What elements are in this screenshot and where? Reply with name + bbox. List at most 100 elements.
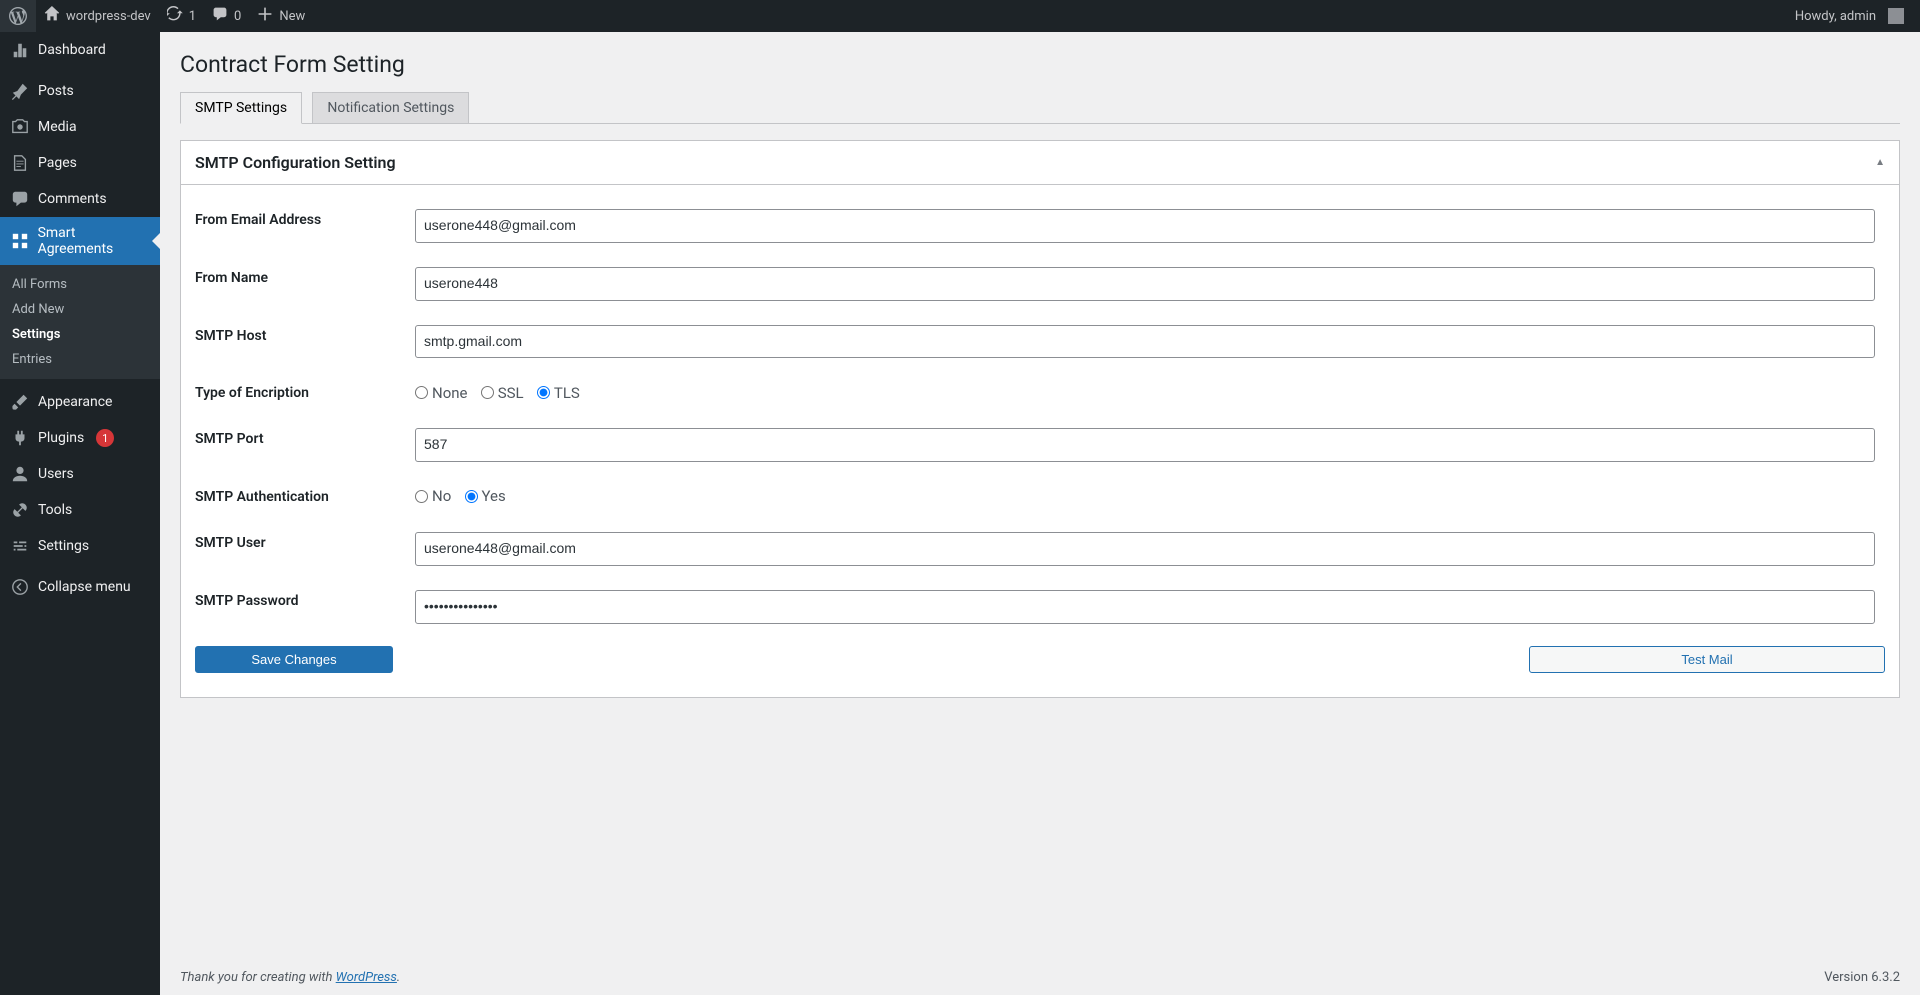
submenu-entries[interactable]: Entries xyxy=(0,347,160,372)
menu-label: Dashboard xyxy=(38,42,106,58)
wordpress-link[interactable]: WordPress xyxy=(336,970,397,985)
smtp-user-input[interactable] xyxy=(415,532,1875,566)
panel-toggle-icon[interactable]: ▲ xyxy=(1875,157,1885,168)
auth-no-option[interactable]: No xyxy=(415,487,451,505)
smtp-port-input[interactable] xyxy=(415,428,1875,462)
panel-header[interactable]: SMTP Configuration Setting ▲ xyxy=(181,141,1899,185)
menu-label: Collapse menu xyxy=(38,579,131,595)
wordpress-logo-icon xyxy=(8,6,28,26)
menu-label: Pages xyxy=(38,155,77,171)
admin-footer: Thank you for creating with WordPress. V… xyxy=(160,960,1920,995)
tabs: SMTP Settings Notification Settings xyxy=(180,91,1900,124)
new-content-link[interactable]: New xyxy=(249,0,313,32)
smtp-pass-input[interactable] xyxy=(415,590,1875,624)
admin-bar-right: Howdy, admin xyxy=(1787,0,1912,32)
admin-bar: wordpress-dev 1 0 New Howdy, admin xyxy=(0,0,1920,32)
account-link[interactable]: Howdy, admin xyxy=(1787,0,1912,32)
from-email-label: From Email Address xyxy=(195,197,415,255)
menu-media[interactable]: Media xyxy=(0,109,160,145)
wrench-icon xyxy=(10,500,30,520)
menu-pages[interactable]: Pages xyxy=(0,145,160,181)
home-icon xyxy=(44,6,60,26)
wp-logo-menu[interactable] xyxy=(0,0,36,32)
menu-label: Plugins xyxy=(38,430,84,446)
enc-ssl-option[interactable]: SSL xyxy=(481,384,524,402)
smtp-port-label: SMTP Port xyxy=(195,416,415,474)
enc-tls-option[interactable]: TLS xyxy=(537,384,580,402)
from-name-label: From Name xyxy=(195,255,415,313)
comments-link[interactable]: 0 xyxy=(204,0,249,32)
auth-yes-radio[interactable] xyxy=(465,490,478,503)
avatar-icon xyxy=(1888,8,1904,24)
smtp-host-label: SMTP Host xyxy=(195,313,415,371)
menu-appearance[interactable]: Appearance xyxy=(0,384,160,420)
admin-sidebar: Dashboard Posts Media Pages Comments Sma… xyxy=(0,32,160,995)
menu-dashboard[interactable]: Dashboard xyxy=(0,32,160,68)
update-icon xyxy=(167,6,183,26)
from-name-input[interactable] xyxy=(415,267,1875,301)
comments-count: 0 xyxy=(234,9,241,24)
enc-none-option[interactable]: None xyxy=(415,384,468,402)
smtp-user-label: SMTP User xyxy=(195,520,415,578)
menu-label: Users xyxy=(38,466,74,482)
menu-plugins[interactable]: Plugins 1 xyxy=(0,420,160,456)
menu-collapse[interactable]: Collapse menu xyxy=(0,569,160,605)
menu-settings[interactable]: Settings xyxy=(0,528,160,564)
updates-link[interactable]: 1 xyxy=(159,0,204,32)
menu-posts[interactable]: Posts xyxy=(0,73,160,109)
menu-comments[interactable]: Comments xyxy=(0,181,160,217)
smtp-pass-label: SMTP Password xyxy=(195,578,415,636)
main-content: Contract Form Setting SMTP Settings Noti… xyxy=(160,32,1920,995)
encryption-label: Type of Encription xyxy=(195,370,415,416)
enc-none-radio[interactable] xyxy=(415,386,428,399)
media-icon xyxy=(10,117,30,137)
menu-smart-agreements[interactable]: Smart Agreements xyxy=(0,217,160,265)
pin-icon xyxy=(10,81,30,101)
menu-label: Appearance xyxy=(38,394,112,410)
dashboard-icon xyxy=(10,40,30,60)
menu-label: Media xyxy=(38,119,77,135)
submenu-settings[interactable]: Settings xyxy=(0,322,160,347)
enc-tls-radio[interactable] xyxy=(537,386,550,399)
plus-icon xyxy=(257,6,273,26)
menu-label: Posts xyxy=(38,83,74,99)
submenu-add-new[interactable]: Add New xyxy=(0,297,160,322)
comment-icon xyxy=(10,189,30,209)
panel-body: From Email Address From Name SMTP Host T… xyxy=(181,185,1899,697)
plugins-update-badge: 1 xyxy=(96,429,114,447)
panel-title: SMTP Configuration Setting xyxy=(195,153,396,172)
smtp-auth-label: SMTP Authentication xyxy=(195,474,415,520)
version-text: Version 6.3.2 xyxy=(1824,970,1900,985)
menu-label: Tools xyxy=(38,502,72,518)
tab-smtp[interactable]: SMTP Settings xyxy=(180,92,302,124)
from-email-input[interactable] xyxy=(415,209,1875,243)
plug-icon xyxy=(10,428,30,448)
comments-icon xyxy=(212,6,228,26)
grid-icon xyxy=(10,231,30,251)
smtp-config-panel: SMTP Configuration Setting ▲ From Email … xyxy=(180,140,1900,698)
site-name: wordpress-dev xyxy=(66,9,151,24)
new-label: New xyxy=(279,9,305,24)
howdy-text: Howdy, admin xyxy=(1795,9,1876,24)
enc-ssl-radio[interactable] xyxy=(481,386,494,399)
site-name-link[interactable]: wordpress-dev xyxy=(36,0,159,32)
submenu-all-forms[interactable]: All Forms xyxy=(0,272,160,297)
save-button[interactable]: Save Changes xyxy=(195,646,393,673)
menu-users[interactable]: Users xyxy=(0,456,160,492)
tab-notification[interactable]: Notification Settings xyxy=(312,92,469,123)
menu-label: Smart Agreements xyxy=(38,225,152,257)
test-mail-button[interactable]: Test Mail xyxy=(1529,646,1885,673)
page-title: Contract Form Setting xyxy=(180,42,1900,82)
menu-label: Settings xyxy=(38,538,89,554)
brush-icon xyxy=(10,392,30,412)
footer-credit: Thank you for creating with WordPress. xyxy=(180,970,400,985)
auth-no-radio[interactable] xyxy=(415,490,428,503)
auth-yes-option[interactable]: Yes xyxy=(465,487,506,505)
page-icon xyxy=(10,153,30,173)
form-table: From Email Address From Name SMTP Host T… xyxy=(195,197,1885,636)
admin-bar-left: wordpress-dev 1 0 New xyxy=(0,0,313,32)
user-icon xyxy=(10,464,30,484)
menu-label: Comments xyxy=(38,191,107,207)
menu-tools[interactable]: Tools xyxy=(0,492,160,528)
smtp-host-input[interactable] xyxy=(415,325,1875,359)
